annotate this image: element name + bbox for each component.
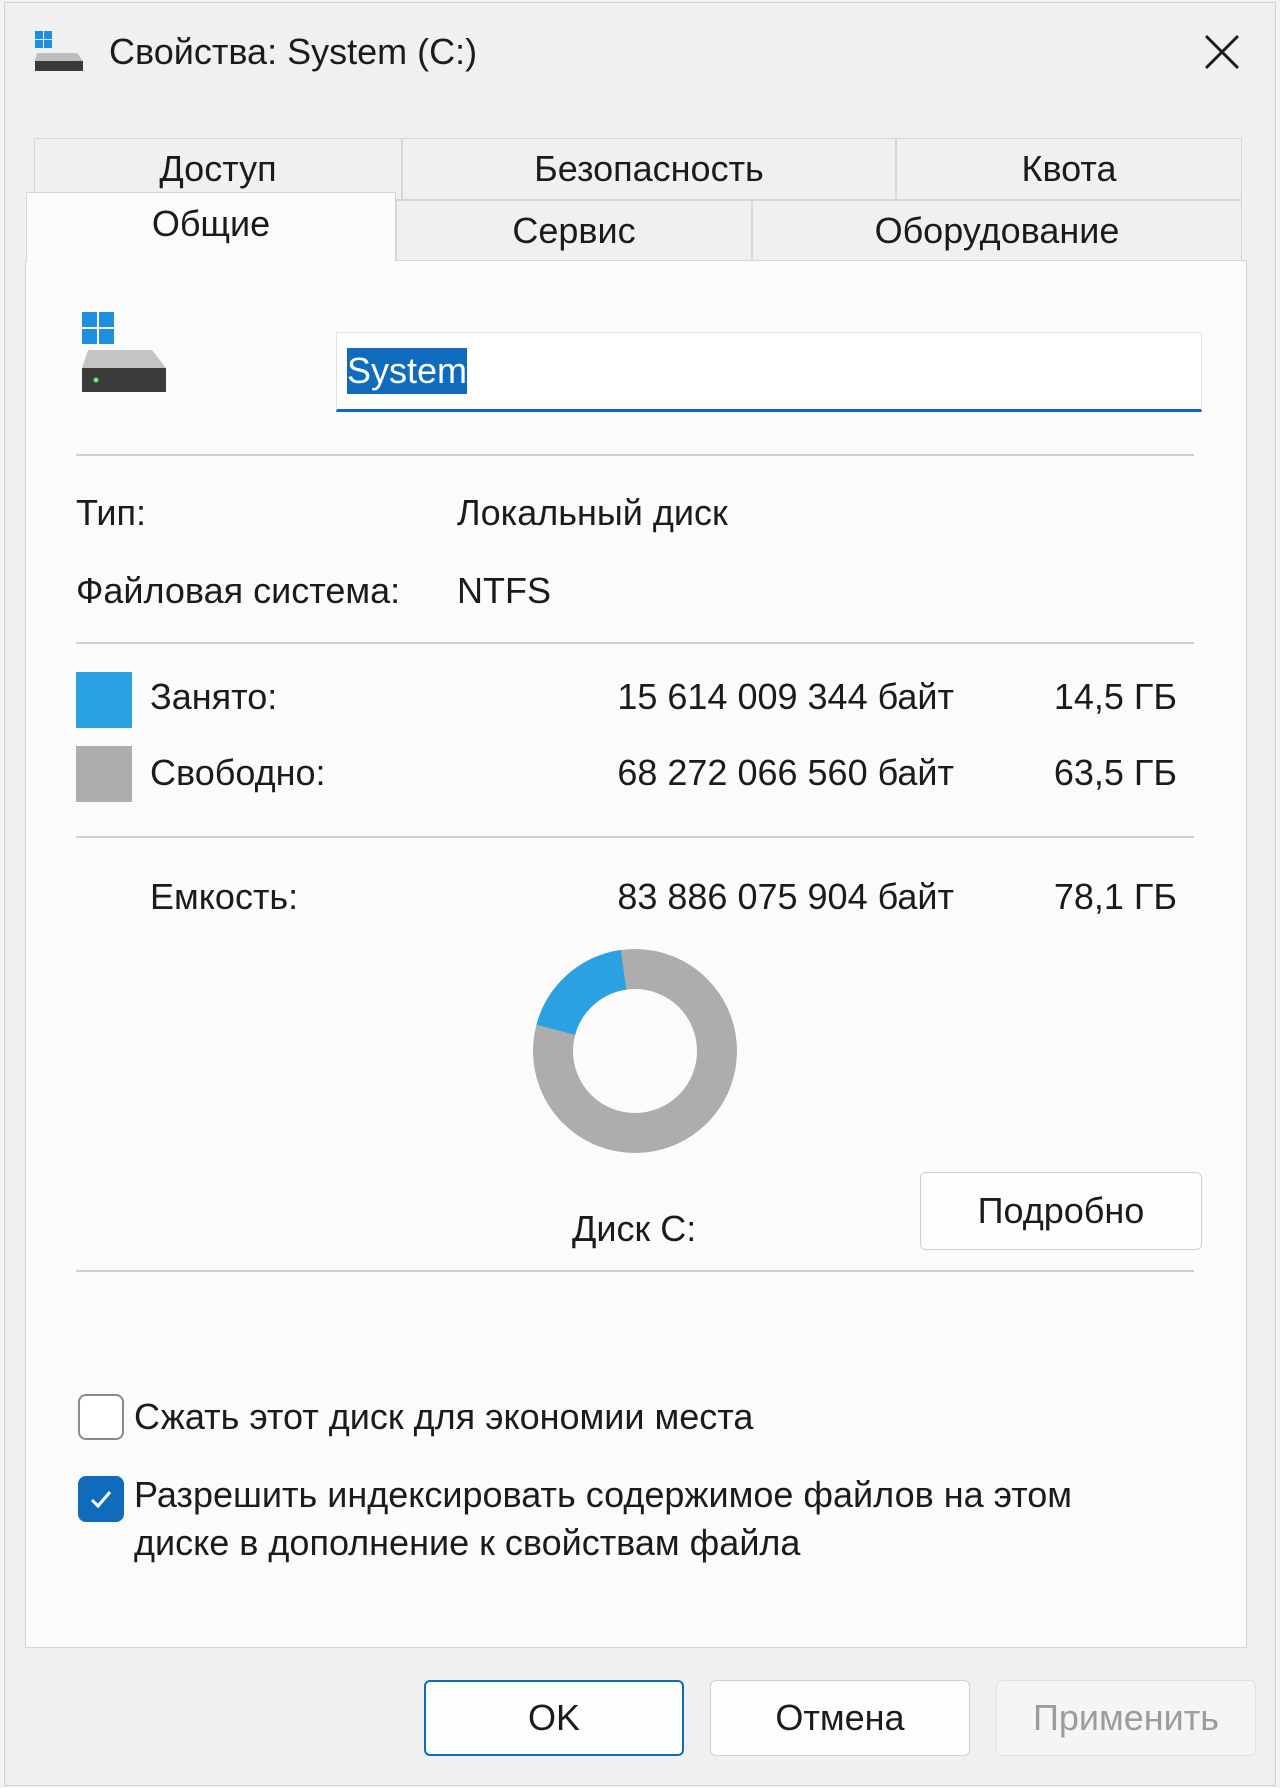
separator	[76, 642, 1194, 644]
tab-hardware[interactable]: Оборудование	[752, 200, 1242, 262]
tab-tools[interactable]: Сервис	[396, 200, 752, 262]
free-bytes: 68 272 066 560 байт	[617, 752, 954, 793]
used-space-swatch	[76, 672, 132, 728]
separator	[76, 836, 1194, 838]
type-label: Тип:	[76, 492, 147, 533]
used-label: Занято:	[150, 676, 278, 717]
tab-quota[interactable]: Квота	[896, 138, 1242, 200]
checkmark-icon	[90, 1491, 112, 1509]
donut-used-arc	[536, 949, 628, 1036]
free-space-swatch	[76, 746, 132, 802]
drive-icon	[82, 312, 166, 392]
used-size: 14,5 ГБ	[1053, 676, 1177, 717]
close-button[interactable]	[1187, 17, 1257, 87]
capacity-bytes: 83 886 075 904 байт	[617, 876, 954, 917]
separator	[76, 454, 1194, 456]
disk-usage-donut	[533, 949, 737, 1153]
volume-name-selection: System	[347, 348, 468, 394]
volume-name-input[interactable]: System	[336, 332, 1202, 412]
disk-cleanup-details-button[interactable]: Подробно	[920, 1172, 1202, 1250]
file-system-value: NTFS	[457, 570, 551, 611]
title-bar: Свойства: System (C:)	[5, 3, 1275, 107]
free-size: 63,5 ГБ	[1053, 752, 1177, 793]
tab-sharing[interactable]: Доступ	[34, 138, 402, 200]
ok-button[interactable]: OK	[424, 1680, 684, 1756]
index-label-line2: диске в дополнение к свойствам файла	[134, 1522, 801, 1563]
index-checkbox[interactable]	[78, 1476, 124, 1522]
compress-label: Сжать этот диск для экономии места	[134, 1396, 754, 1437]
drive-icon	[35, 31, 83, 71]
tab-security[interactable]: Безопасность	[402, 138, 896, 200]
separator	[76, 1270, 1194, 1272]
type-value: Локальный диск	[457, 492, 728, 533]
window-title: Свойства: System (C:)	[109, 31, 478, 72]
used-bytes: 15 614 009 344 байт	[617, 676, 954, 717]
apply-button[interactable]: Применить	[996, 1680, 1256, 1756]
capacity-label: Емкость:	[150, 876, 299, 917]
disk-label: Диск C:	[572, 1208, 697, 1249]
close-icon	[1204, 34, 1240, 70]
file-system-label: Файловая система:	[76, 570, 401, 611]
capacity-size: 78,1 ГБ	[1053, 876, 1177, 917]
free-label: Свободно:	[150, 752, 326, 793]
tab-general[interactable]: Общие	[26, 192, 396, 262]
index-label-line1: Разрешить индексировать содержимое файло…	[134, 1474, 1073, 1515]
cancel-button[interactable]: Отмена	[710, 1680, 970, 1756]
compress-checkbox[interactable]	[78, 1394, 124, 1440]
